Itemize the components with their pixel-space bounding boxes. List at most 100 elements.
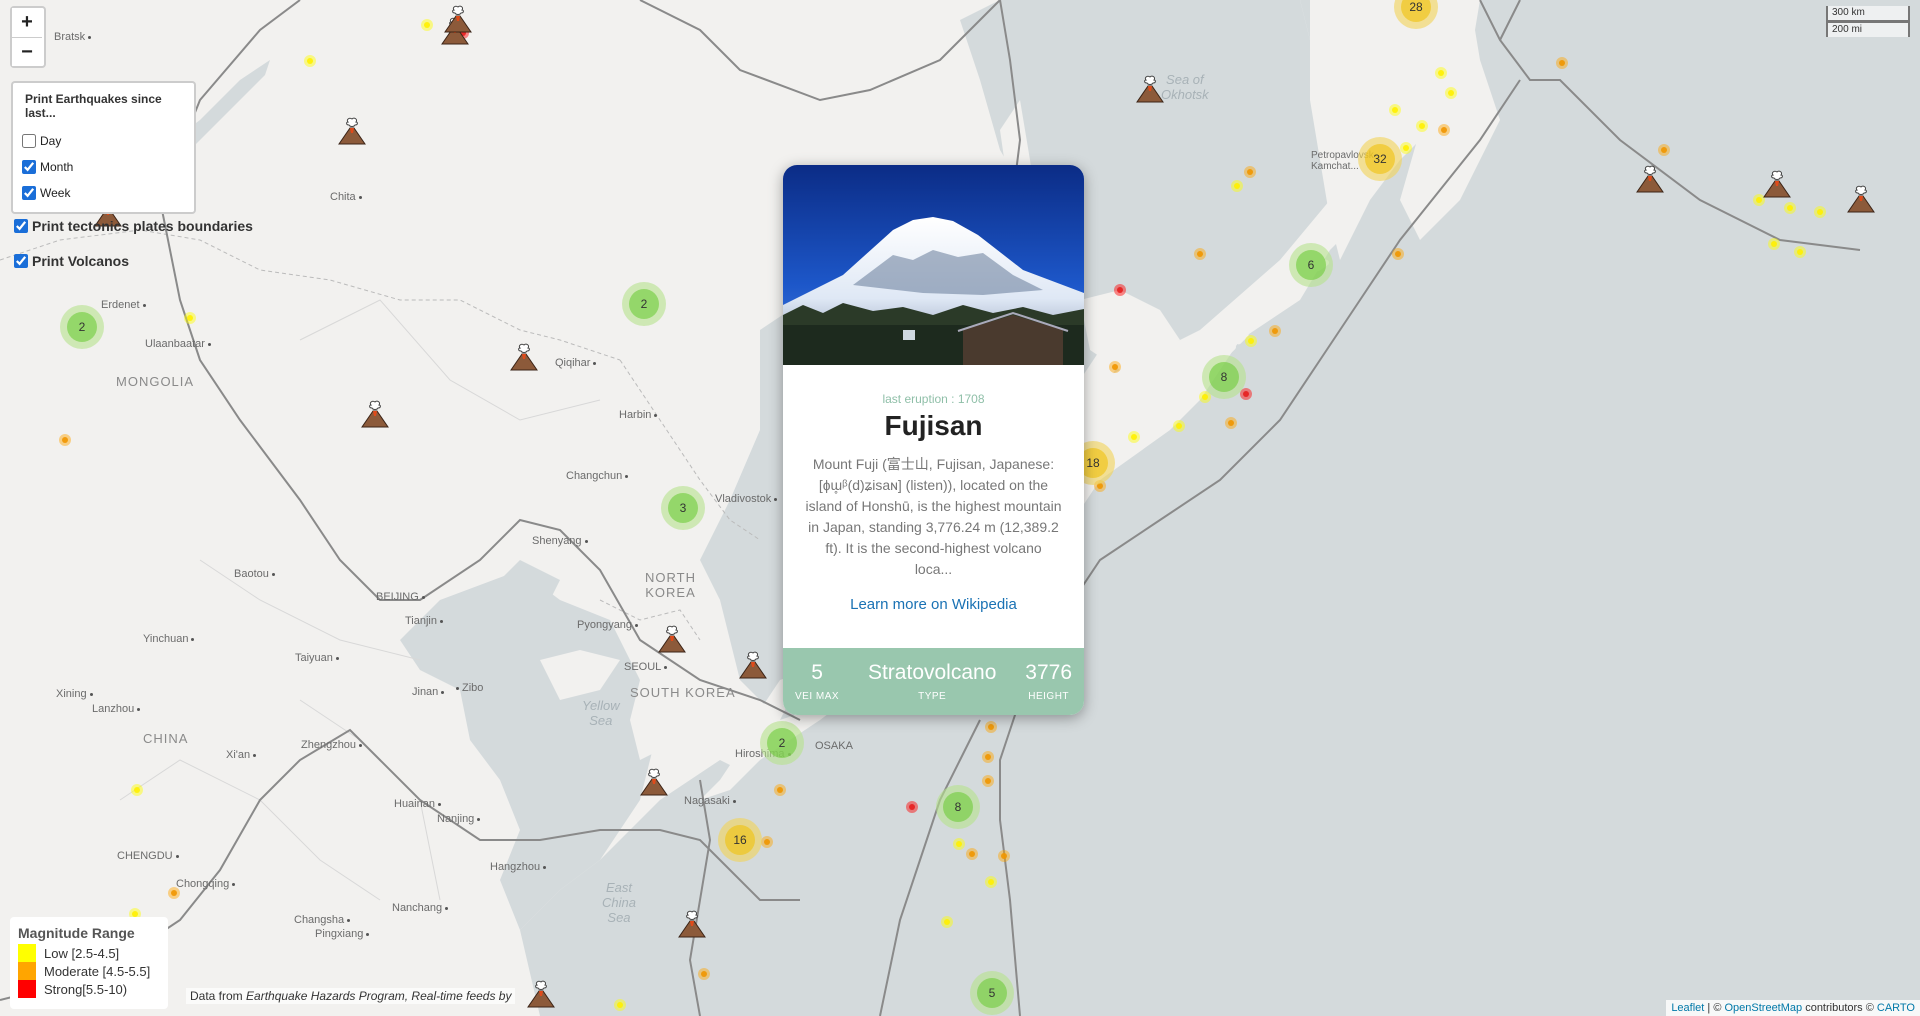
earthquake-marker[interactable] [1389,104,1401,116]
period-option-week[interactable]: Week [19,180,188,206]
earthquake-marker[interactable] [982,775,994,787]
city-lanzhou: Lanzhou [92,703,141,715]
earthquake-marker[interactable] [1768,238,1780,250]
earthquake-marker[interactable] [941,916,953,928]
earthquake-marker[interactable] [1416,120,1428,132]
earthquake-cluster[interactable]: 2 [760,721,804,765]
data-source-link[interactable]: Earthquake Hazards Program, Real-time fe… [246,989,511,1003]
earthquake-marker[interactable] [1114,284,1126,296]
earthquake-marker[interactable] [985,721,997,733]
city-ulaanbaatar: Ulaanbaatar [145,338,211,350]
earthquake-marker[interactable] [1392,248,1404,260]
earthquake-cluster[interactable]: 5 [970,971,1014,1015]
earthquake-marker[interactable] [1245,335,1257,347]
wikipedia-link[interactable]: Learn more on Wikipedia [783,596,1084,613]
earthquake-cluster[interactable]: 6 [1289,243,1333,287]
earthquake-marker[interactable] [1225,417,1237,429]
month-checkbox[interactable] [22,160,36,174]
map-canvas[interactable]: MONGOLIA CHINA NORTH KOREA SOUTH KOREA S… [0,0,1920,1016]
tectonic-plates-toggle[interactable]: Print tectonics plates boundaries [14,218,253,234]
period-option-day[interactable]: Day [19,128,188,154]
period-option-label: Day [40,134,62,148]
cluster-count: 6 [1296,250,1326,280]
earthquake-marker[interactable] [761,836,773,848]
volcano-icon[interactable] [1846,184,1876,214]
zoom-out-button[interactable]: − [12,37,42,66]
earthquake-marker[interactable] [1231,180,1243,192]
period-option-month[interactable]: Month [19,154,188,180]
legend-title: Magnitude Range [18,925,135,941]
week-checkbox[interactable] [22,186,36,200]
volcanos-toggle[interactable]: Print Volcanos [14,253,129,269]
earthquake-marker[interactable] [168,887,180,899]
volcano-icon[interactable] [337,116,367,146]
carto-link[interactable]: CARTO [1877,1002,1915,1014]
earthquake-marker[interactable] [953,838,965,850]
volcano-icon[interactable] [738,650,768,680]
earthquake-marker[interactable] [59,434,71,446]
city-nanchang: Nanchang [392,902,449,914]
earthquake-marker[interactable] [698,968,710,980]
earthquake-marker[interactable] [906,801,918,813]
earthquake-marker[interactable] [985,876,997,888]
day-checkbox[interactable] [22,134,36,148]
volcano-icon[interactable] [639,767,669,797]
earthquake-marker[interactable] [131,784,143,796]
city-qiqihar: Qiqihar [555,357,597,369]
earthquake-period-panel: Print Earthquakes since last... Day Mont… [11,81,196,214]
volcano-icon[interactable] [509,342,539,372]
tectonic-plates-label: Print tectonics plates boundaries [32,218,253,234]
stat-value: 5 [811,661,823,684]
legend-label: Strong[5.5-10) [44,981,128,997]
earthquake-marker[interactable] [1400,142,1412,154]
volcano-icon[interactable] [1135,74,1165,104]
earthquake-period-title: Print Earthquakes since last... [25,92,162,120]
leaflet-link[interactable]: Leaflet [1671,1002,1704,1014]
earthquake-cluster[interactable]: 32 [1358,137,1402,181]
earthquake-marker[interactable] [774,784,786,796]
earthquake-marker[interactable] [304,55,316,67]
earthquake-marker[interactable] [184,312,196,324]
earthquake-cluster[interactable]: 8 [1202,355,1246,399]
earthquake-marker[interactable] [1173,420,1185,432]
city-huainan: Huainan [394,798,441,810]
earthquake-marker[interactable] [1244,166,1256,178]
volcano-icon[interactable] [677,909,707,939]
earthquake-cluster[interactable]: 2 [60,305,104,349]
earthquake-marker[interactable] [1269,325,1281,337]
earthquake-marker[interactable] [1556,57,1568,69]
earthquake-cluster[interactable]: 8 [936,785,980,829]
volcano-icon[interactable] [526,979,556,1009]
earthquake-marker[interactable] [1435,67,1447,79]
volcano-icon[interactable] [1762,169,1792,199]
tectonic-plates-checkbox[interactable] [14,219,28,233]
volcano-icon[interactable] [360,399,390,429]
earthquake-marker[interactable] [1784,202,1796,214]
openstreetmap-link[interactable]: OpenStreetMap [1724,1002,1802,1014]
volcano-icon[interactable] [443,4,473,34]
earthquake-marker[interactable] [1109,361,1121,373]
earthquake-marker[interactable] [1658,144,1670,156]
earthquake-marker[interactable] [998,850,1010,862]
cluster-count: 16 [725,825,755,855]
earthquake-marker[interactable] [1794,246,1806,258]
volcanos-checkbox[interactable] [14,254,28,268]
earthquake-marker[interactable] [1194,248,1206,260]
earthquake-marker[interactable] [421,19,433,31]
city-harbin: Harbin [619,409,658,421]
zoom-in-button[interactable]: + [12,8,42,37]
stat-value: 3776 [1025,661,1072,684]
earthquake-marker[interactable] [1128,431,1140,443]
earthquake-marker[interactable] [1814,206,1826,218]
earthquake-marker[interactable] [1445,87,1457,99]
earthquake-marker[interactable] [966,848,978,860]
earthquake-cluster[interactable]: 2 [622,282,666,326]
earthquake-marker[interactable] [982,751,994,763]
earthquake-marker[interactable] [1438,124,1450,136]
earthquake-cluster[interactable]: 3 [661,486,705,530]
volcano-icon[interactable] [1635,164,1665,194]
earthquake-cluster[interactable]: 16 [718,818,762,862]
volcano-icon[interactable] [657,624,687,654]
earthquake-marker[interactable] [614,999,626,1011]
city-zhengzhou: Zhengzhou [301,739,363,751]
